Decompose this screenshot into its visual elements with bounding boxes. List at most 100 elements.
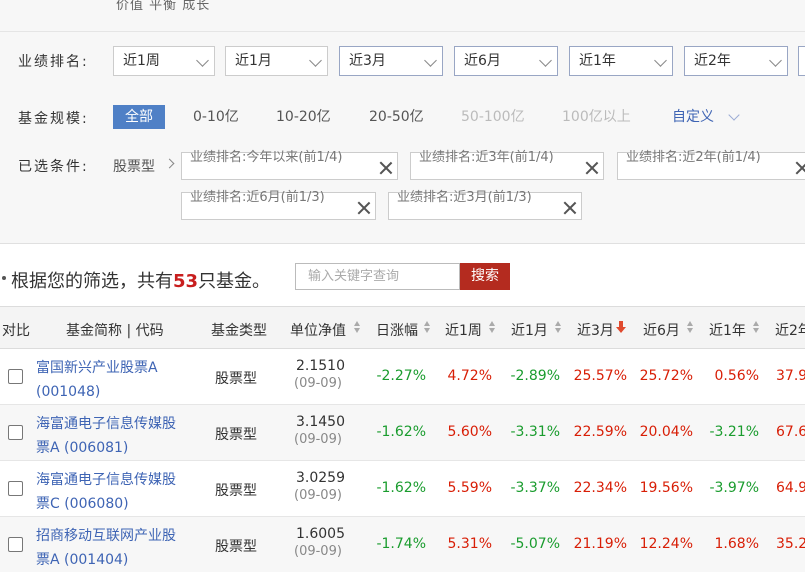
performance-label: 业绩排名: xyxy=(18,54,89,70)
return-1w: 5.59% xyxy=(447,480,492,496)
compare-checkbox[interactable] xyxy=(8,369,23,384)
chip-label: 业绩排名:近6月(前1/3) xyxy=(190,190,325,205)
compare-checkbox[interactable] xyxy=(8,481,23,496)
sort-icon[interactable] xyxy=(424,321,430,333)
sort-icon[interactable] xyxy=(354,321,360,333)
chevron-down-icon xyxy=(196,54,209,67)
sort-icon[interactable] xyxy=(687,321,693,333)
col-daily[interactable]: 日涨幅 xyxy=(376,320,418,340)
perf-select-1y[interactable]: 近1年 xyxy=(569,46,673,76)
nav-date: (09-09) xyxy=(294,544,342,559)
perf-select-3m[interactable]: 近3月 xyxy=(339,46,443,76)
result-summary: 根据您的筛选，共有53只基金。 xyxy=(11,267,270,293)
chip-label: 业绩排名:今年以来(前1/4) xyxy=(190,150,343,165)
chip-label: 业绩排名:近3年(前1/4) xyxy=(419,150,554,165)
chevron-down-icon xyxy=(654,54,667,67)
perf-select-label: 近6月 xyxy=(464,53,501,69)
perf-select-label: 近2年 xyxy=(694,53,731,69)
return-3m: 22.34% xyxy=(573,480,627,496)
daily-change: -1.62% xyxy=(376,480,426,496)
col-1y[interactable]: 近1年 xyxy=(709,320,746,340)
col-6m[interactable]: 近6月 xyxy=(643,320,680,340)
fund-name-link[interactable]: 富国新兴产业股票A (001048) xyxy=(36,356,181,404)
size-option-0-10[interactable]: 0-10亿 xyxy=(193,105,239,129)
return-1y: -3.97% xyxy=(709,480,759,496)
close-icon[interactable] xyxy=(585,161,599,175)
return-1y: 0.56% xyxy=(714,368,759,384)
table-row: 富国新兴产业股票A (001048) 股票型 2.1510 (09-09) -2… xyxy=(0,349,805,405)
return-2y: 37.9 xyxy=(776,368,805,384)
selected-type: 股票型 xyxy=(113,159,155,175)
nav-date: (09-09) xyxy=(294,488,342,503)
chip-label: 业绩排名:近3月(前1/3) xyxy=(397,190,532,205)
size-option-100-plus[interactable]: 100亿以上 xyxy=(562,105,631,129)
return-3m: 21.19% xyxy=(573,536,627,552)
col-2y[interactable]: 近2年 xyxy=(775,320,805,340)
close-icon[interactable] xyxy=(379,161,393,175)
perf-select-label: 近1周 xyxy=(123,53,160,69)
close-icon[interactable] xyxy=(563,201,577,215)
bullet-icon xyxy=(2,276,6,280)
size-option-custom[interactable]: 自定义 xyxy=(672,105,714,129)
table-row: 招商移动互联网产业股票A (001404) 股票型 1.6005 (09-09)… xyxy=(0,517,805,572)
size-option-20-50[interactable]: 20-50亿 xyxy=(369,105,424,129)
close-icon[interactable] xyxy=(795,161,805,175)
chevron-right-icon xyxy=(164,158,175,169)
perf-select-label: 近3月 xyxy=(349,53,386,69)
size-option-all[interactable]: 全部 xyxy=(113,105,165,129)
fund-name-link[interactable]: 海富通电子信息传媒股票C (006080) xyxy=(36,468,181,516)
perf-select-6m[interactable]: 近6月 xyxy=(454,46,558,76)
col-compare: 对比 xyxy=(2,323,30,339)
fund-type: 股票型 xyxy=(215,539,257,555)
search-button[interactable]: 搜索 xyxy=(460,263,510,290)
perf-select-1w[interactable]: 近1周 xyxy=(113,46,215,76)
close-icon[interactable] xyxy=(357,201,371,215)
sort-icon[interactable] xyxy=(489,321,495,333)
return-6m: 25.72% xyxy=(639,368,693,384)
return-6m: 19.56% xyxy=(639,480,693,496)
selected-label: 已选条件: xyxy=(18,159,89,175)
nav-date: (09-09) xyxy=(294,432,342,447)
filter-panel: 业绩排名: 近1周 近1月 近3月 近6月 近1年 近2年 基金规模: 全部 0… xyxy=(0,32,805,244)
daily-change: -1.62% xyxy=(376,424,426,440)
size-option-50-100[interactable]: 50-100亿 xyxy=(461,105,525,129)
sort-desc-icon[interactable] xyxy=(616,321,626,333)
selected-chip: 业绩排名:今年以来(前1/4) xyxy=(181,150,398,180)
sort-icon[interactable] xyxy=(753,321,759,333)
compare-checkbox[interactable] xyxy=(8,425,23,440)
return-1w: 5.60% xyxy=(447,424,492,440)
fund-name-link[interactable]: 招商移动互联网产业股票A (001404) xyxy=(36,524,181,572)
selected-chip: 业绩排名:近6月(前1/3) xyxy=(181,190,376,220)
sort-icon[interactable] xyxy=(555,321,561,333)
perf-select-1m[interactable]: 近1月 xyxy=(225,46,328,76)
chevron-down-icon xyxy=(424,54,437,67)
return-2y: 64.9 xyxy=(776,480,805,496)
size-label: 基金规模: xyxy=(18,111,89,127)
col-type: 基金类型 xyxy=(211,323,267,339)
result-count: 53 xyxy=(173,271,199,292)
result-bar: 根据您的筛选，共有53只基金。 搜索 xyxy=(0,262,805,292)
col-nav[interactable]: 单位净值 xyxy=(290,320,346,340)
col-1m[interactable]: 近1月 xyxy=(511,320,548,340)
compare-checkbox[interactable] xyxy=(8,537,23,552)
return-1m: -5.07% xyxy=(510,536,560,552)
return-1y: -3.21% xyxy=(709,424,759,440)
size-option-10-20[interactable]: 10-20亿 xyxy=(276,105,331,129)
return-1w: 4.72% xyxy=(447,368,492,384)
col-3m[interactable]: 近3月 xyxy=(577,320,614,340)
return-1w: 5.31% xyxy=(447,536,492,552)
perf-select-more[interactable] xyxy=(798,46,805,76)
col-1w[interactable]: 近1周 xyxy=(445,320,482,340)
return-3m: 25.57% xyxy=(573,368,627,384)
result-prefix: 根据您的筛选，共有 xyxy=(11,271,173,292)
search-input[interactable] xyxy=(295,263,460,290)
perf-select-label: 近1年 xyxy=(579,53,616,69)
perf-select-2y[interactable]: 近2年 xyxy=(684,46,788,76)
nav-value: 3.0259 xyxy=(296,470,345,486)
chevron-down-icon[interactable] xyxy=(728,109,740,121)
chevron-down-icon xyxy=(539,54,552,67)
table-header: 对比 基金简称 | 代码 基金类型 单位净值 日涨幅 近1周 近1月 近3月 近… xyxy=(0,306,805,349)
selected-chip: 业绩排名:近3月(前1/3) xyxy=(388,190,582,220)
fund-name-link[interactable]: 海富通电子信息传媒股票A (006081) xyxy=(36,412,181,460)
fund-style-options: 价值 平衡 成长 xyxy=(116,0,211,13)
